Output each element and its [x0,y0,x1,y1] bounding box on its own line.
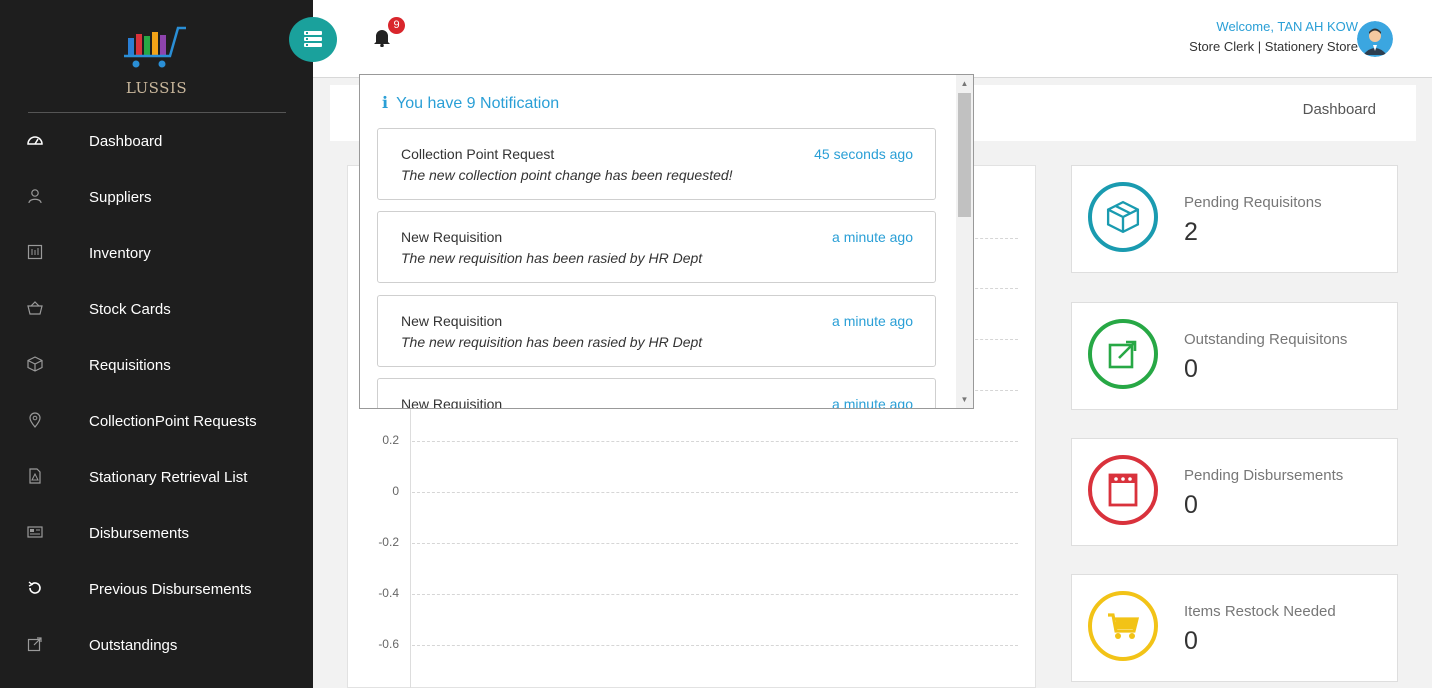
sidebar-item-suppliers[interactable]: Suppliers [0,169,313,225]
history-icon [26,580,44,598]
info-icon: ℹ [382,93,389,112]
card-value: 0 [1184,491,1198,519]
sidebar-item-outstandings[interactable]: Outstandings [0,617,313,673]
sidebar-toggle-button[interactable] [289,17,337,62]
card-outstanding-requisitions[interactable]: Outstanding Requisitons 0 [1071,302,1398,410]
notification-item[interactable]: New Requisition a minute ago The new req… [377,295,936,367]
sidebar-item-stationary-retrieval-list[interactable]: Stationary Retrieval List [0,449,313,505]
notification-item[interactable]: Collection Point Request 45 seconds ago … [377,128,936,200]
scroll-down-arrow-icon[interactable]: ▼ [956,391,973,408]
notification-desc: The new collection point change has been… [401,167,733,183]
pdf-file-icon [26,468,44,486]
dashboard-icon [26,132,44,150]
notification-desc: The new requisition has been rasied by H… [401,334,703,350]
card-title: Items Restock Needed [1184,603,1336,620]
box-icon [1088,182,1158,252]
chart-gridline [412,594,1018,595]
y-tick-label: -0.2 [378,535,399,549]
box-icon [26,356,44,374]
user-avatar[interactable] [1357,21,1393,57]
sidebar-item-stock-cards[interactable]: Stock Cards [0,281,313,337]
external-link-icon [1088,319,1158,389]
sidebar-item-disbursements[interactable]: Disbursements [0,505,313,561]
inventory-icon [26,244,44,262]
card-value: 2 [1184,218,1198,246]
sidebar-item-requisitions[interactable]: Requisitions [0,337,313,393]
breadcrumb-current[interactable]: Dashboard [1303,101,1376,118]
sidebar-item-label: Stationary Retrieval List [89,468,248,486]
chart-gridline [412,543,1018,544]
sidebar: LUSSIS Dashboard Suppliers Inventory Sto… [0,0,313,688]
sidebar-item-dashboard[interactable]: Dashboard [0,113,313,169]
sidebar-item-label: Disbursements [89,524,190,542]
card-value: 0 [1184,627,1198,655]
notification-title: Collection Point Request [401,146,555,162]
sidebar-item-label: Suppliers [89,188,152,206]
notification-time: a minute ago [832,396,913,409]
notification-time: 45 seconds ago [814,146,913,162]
notification-title: New Requisition [401,396,503,409]
card-value: 0 [1184,355,1198,383]
cart-icon [1088,591,1158,661]
y-tick-label: -0.6 [378,637,399,651]
notification-title: New Requisition [401,229,503,245]
scroll-up-arrow-icon[interactable]: ▲ [956,75,973,92]
welcome-text[interactable]: Welcome, TAN AH KOW [1216,19,1358,34]
notification-count-badge: 9 [388,17,405,34]
lussis-logo [118,22,192,72]
external-link-icon [26,636,44,654]
card-items-restock-needed[interactable]: Items Restock Needed 0 [1071,574,1398,682]
scrollbar-thumb[interactable] [958,93,971,217]
notification-time: a minute ago [832,313,913,329]
user-role-text: Store Clerk | Stationery Store [1189,39,1358,54]
sidebar-item-previous-disbursements[interactable]: Previous Disbursements [0,561,313,617]
notification-desc: The new requisition has been rasied by H… [401,250,703,266]
sidebar-item-label: Previous Disbursements [89,580,252,598]
notifications-scrollbar[interactable]: ▲ ▼ [956,75,973,408]
notification-item[interactable]: New Requisition a minute ago The new req… [377,211,936,283]
notification-time: a minute ago [832,229,913,245]
sidebar-item-label: Requisitions [89,356,171,374]
y-tick-label: -0.4 [378,586,399,600]
chart-gridline [412,645,1018,646]
notifications-dropdown: ℹ You have 9 Notification Collection Poin… [359,74,974,409]
sidebar-item-label: CollectionPoint Requests [89,412,257,430]
y-tick-label: 0.2 [382,433,399,447]
calendar-icon [1088,455,1158,525]
sidebar-item-inventory[interactable]: Inventory [0,225,313,281]
chart-gridline [412,441,1018,442]
sidebar-item-label: Outstandings [89,636,178,654]
sidebar-item-label: Stock Cards [89,300,171,318]
chart-gridline [412,492,1018,493]
user-icon [26,188,44,206]
notification-item[interactable]: New Requisition a minute ago [377,378,936,409]
basket-icon [26,300,44,318]
menu-icon [304,31,322,47]
card-pending-requisitions[interactable]: Pending Requisitons 2 [1071,165,1398,273]
card-pending-disbursements[interactable]: Pending Disbursements 0 [1071,438,1398,546]
sidebar-item-label: Dashboard [89,132,163,150]
notifications-heading: ℹ You have 9 Notification [382,93,560,112]
location-pin-icon [26,412,44,430]
card-title: Pending Disbursements [1184,467,1344,484]
app-name: LUSSIS [125,79,188,97]
card-title: Outstanding Requisitons [1184,331,1348,348]
sidebar-item-label: Inventory [89,244,151,262]
sidebar-item-collectionpoint-requests[interactable]: CollectionPoint Requests [0,393,313,449]
y-tick-label: 0 [392,484,399,498]
newspaper-icon [26,524,44,542]
card-title: Pending Requisitons [1184,194,1322,211]
notification-title: New Requisition [401,313,503,329]
